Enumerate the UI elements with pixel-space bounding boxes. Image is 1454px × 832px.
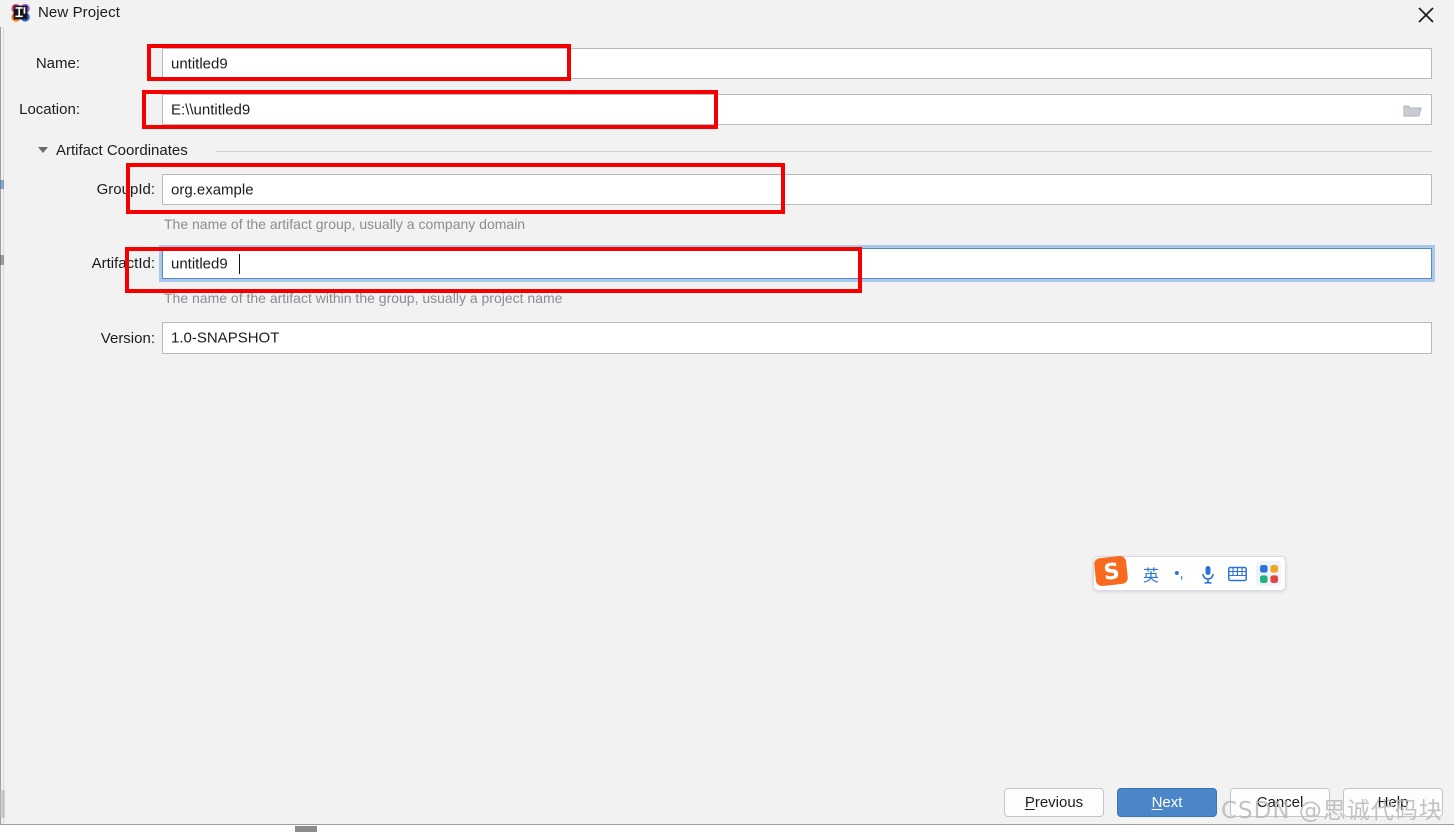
previous-rest: revious xyxy=(1034,794,1084,811)
artifact-coordinates-title: Artifact Coordinates xyxy=(56,142,188,159)
edge-artifact-bottom xyxy=(295,826,317,832)
app-grid-icon[interactable] xyxy=(1256,561,1281,586)
name-input-value: untitled9 xyxy=(171,55,228,72)
dialog-titlebar: New Project xyxy=(0,0,1454,27)
window-bottom-fill xyxy=(0,825,1454,832)
text-cursor xyxy=(239,254,240,274)
next-mnemonic: N xyxy=(1151,794,1163,811)
cancel-button-label: Cancel xyxy=(1256,794,1304,811)
version-input[interactable]: 1.0-SNAPSHOT xyxy=(162,322,1432,354)
artifact-coordinates-separator xyxy=(216,151,1432,152)
groupid-input-value: org.example xyxy=(171,181,254,198)
help-button-label: Help xyxy=(1377,794,1409,811)
window-left-inner-border xyxy=(3,27,4,825)
svg-text:S: S xyxy=(1102,559,1120,586)
groupid-input[interactable]: org.example xyxy=(162,174,1432,205)
groupid-label: GroupId: xyxy=(96,181,155,198)
previous-button[interactable]: Previous xyxy=(1004,788,1104,817)
next-rest: ext xyxy=(1162,794,1183,811)
artifactid-label: ArtifactId: xyxy=(91,255,155,272)
artifactid-input[interactable]: untitled9 xyxy=(162,248,1432,279)
window-left-border xyxy=(0,27,1,825)
next-button-label: Next xyxy=(1152,794,1183,811)
dialog-title: New Project xyxy=(38,4,120,21)
next-button[interactable]: Next xyxy=(1117,788,1217,817)
location-input-value: E:\\untitled9 xyxy=(171,101,251,118)
close-icon[interactable] xyxy=(1400,0,1454,27)
groupid-hint: The name of the artifact group, usually … xyxy=(164,216,526,232)
artifact-coordinates-toggle[interactable] xyxy=(38,147,48,153)
previous-mnemonic: P xyxy=(1024,794,1035,811)
location-input[interactable]: E:\\untitled9 xyxy=(162,94,1432,125)
intellij-idea-icon xyxy=(11,3,30,22)
edge-artifact-low xyxy=(0,790,5,818)
microphone-icon[interactable] xyxy=(1198,563,1218,585)
keyboard-icon[interactable] xyxy=(1226,564,1248,584)
sogou-ime-toolbar[interactable]: S 英 •, xyxy=(1093,555,1286,591)
new-project-dialog: New Project Name: untitled9 Location: E:… xyxy=(0,0,1454,832)
location-label: Location: xyxy=(19,101,80,118)
ime-mode-toggle[interactable]: 英 xyxy=(1140,562,1162,585)
cancel-button[interactable]: Cancel xyxy=(1230,788,1330,817)
folder-icon[interactable] xyxy=(1403,102,1422,117)
previous-button-label: Previous xyxy=(1025,794,1083,811)
ime-punctuation-toggle[interactable]: •, xyxy=(1168,562,1190,585)
sogou-logo-icon[interactable]: S xyxy=(1091,551,1132,592)
artifactid-input-value: untitled9 xyxy=(171,255,228,272)
help-button[interactable]: Help xyxy=(1343,788,1443,817)
version-input-value: 1.0-SNAPSHOT xyxy=(171,329,280,347)
artifactid-hint: The name of the artifact within the grou… xyxy=(164,290,563,306)
name-label: Name: xyxy=(35,55,80,72)
name-input[interactable]: untitled9 xyxy=(162,48,1432,79)
version-label: Version: xyxy=(100,330,155,347)
